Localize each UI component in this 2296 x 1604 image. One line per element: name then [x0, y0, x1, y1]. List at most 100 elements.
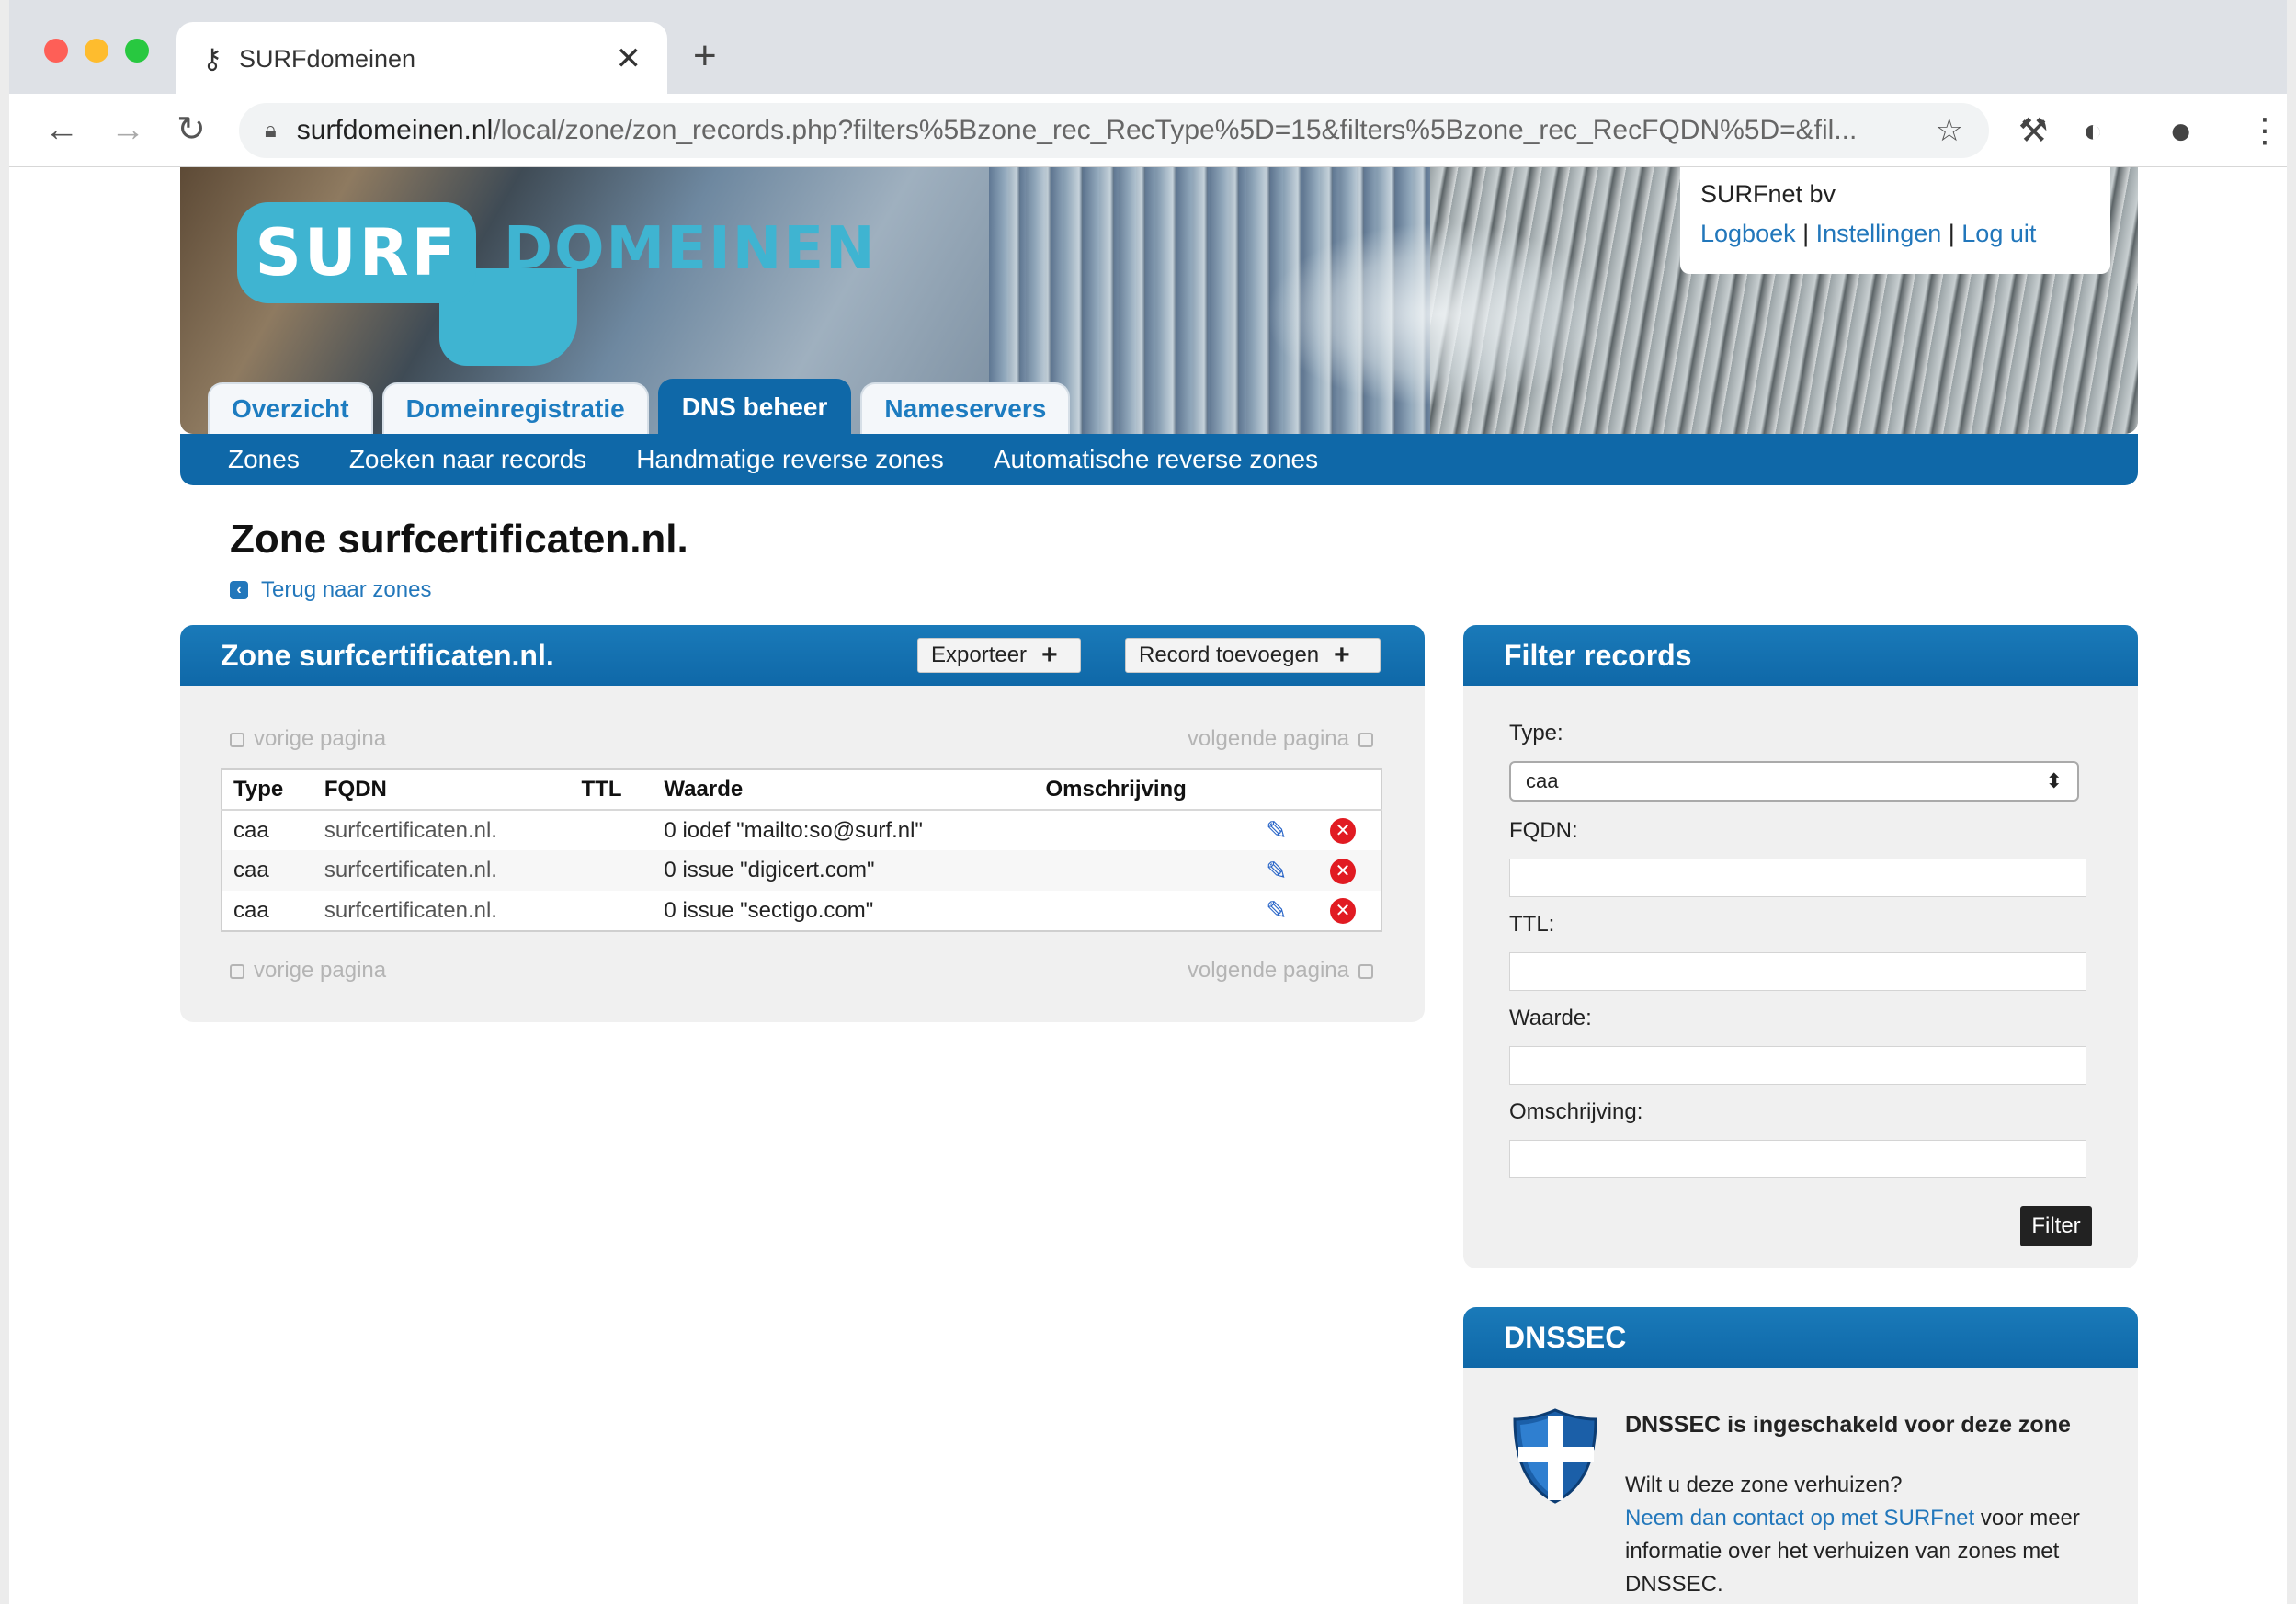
previous-page-link[interactable]: vorige pagina: [221, 726, 386, 752]
subnav-manual-reverse-zones[interactable]: Handmatige reverse zones: [636, 445, 944, 474]
column-header-type[interactable]: Type: [222, 769, 313, 811]
tab-overzicht[interactable]: Overzicht: [208, 382, 373, 434]
extension-icon[interactable]: ⚒: [2018, 110, 2048, 151]
subnav-zones[interactable]: Zones: [228, 445, 300, 474]
previous-page-label: vorige pagina: [254, 726, 387, 751]
value-input[interactable]: [1509, 1046, 2086, 1085]
next-page-label: volgende pagina: [1187, 726, 1349, 751]
back-arrow-icon: ‹: [230, 581, 248, 599]
logo-domeinen-text: DOMEINEN: [504, 215, 877, 283]
next-page-link[interactable]: volgende pagina: [1188, 726, 1382, 752]
records-table: Type FQDN TTL Waarde Omschrijving caa su…: [221, 768, 1382, 932]
plus-icon: +: [1334, 640, 1350, 670]
tab-nameservers[interactable]: Nameservers: [860, 382, 1071, 434]
cell-ttl: [571, 810, 654, 850]
sub-navigation: Zones Zoeken naar records Handmatige rev…: [180, 434, 2138, 485]
previous-page-icon: [230, 963, 244, 979]
type-label: Type:: [1509, 721, 1563, 745]
more-menu-icon[interactable]: ⋮: [2248, 110, 2281, 151]
delete-icon[interactable]: ✕: [1330, 898, 1357, 924]
key-icon: ⚷: [202, 43, 222, 74]
filter-panel-header: Filter records: [1463, 625, 2138, 686]
close-icon[interactable]: ✕: [616, 40, 642, 77]
table-row: caa surfcertificaten.nl. 0 iodef "mailto…: [222, 810, 1381, 850]
forward-arrow-icon[interactable]: →: [110, 108, 145, 151]
subnav-automatic-reverse-zones[interactable]: Automatische reverse zones: [994, 445, 1318, 474]
next-page-icon: [1358, 732, 1373, 747]
site-header: SURF DOMEINEN SURFnet bv Logboek | Inste…: [180, 167, 2138, 434]
back-link-label: Terug naar zones: [261, 577, 432, 602]
delete-icon[interactable]: ✕: [1330, 818, 1357, 844]
previous-page-label: vorige pagina: [254, 958, 387, 983]
delete-icon[interactable]: ✕: [1330, 858, 1357, 884]
settings-link[interactable]: Instellingen: [1816, 220, 1942, 247]
address-bar[interactable]: 🔒︎ surfdomeinen.nl/local/zone/zon_record…: [239, 103, 1989, 158]
cell-fqdn: surfcertificaten.nl.: [324, 897, 497, 923]
dnssec-info: Neem dan contact op met SURFnet voor mee…: [1625, 1502, 2103, 1601]
browser-tabbar: ⚷ SURFdomeinen ✕ +: [9, 0, 2287, 96]
previous-page-link[interactable]: vorige pagina: [221, 958, 386, 984]
account-name: SURFnet bv: [1700, 180, 1836, 208]
select-arrows-icon: ⬍: [2045, 769, 2063, 792]
edit-pencil-icon[interactable]: ✎: [1266, 857, 1287, 885]
minimize-window-button[interactable]: [85, 39, 108, 63]
edit-pencil-icon[interactable]: ✎: [1266, 896, 1287, 925]
back-arrow-icon[interactable]: ←: [44, 108, 79, 151]
logo-surf-text: SURF: [255, 215, 459, 290]
export-button[interactable]: Exporteer +: [917, 638, 1081, 673]
subnav-search-records[interactable]: Zoeken naar records: [349, 445, 586, 474]
new-tab-icon[interactable]: +: [693, 33, 717, 79]
extension-circle-icon[interactable]: ◐: [2083, 110, 2103, 151]
add-record-button[interactable]: Record toevoegen +: [1125, 638, 1381, 673]
browser-toolbar: ← → ↻ 🔒︎ surfdomeinen.nl/local/zone/zon_…: [9, 94, 2287, 167]
bookmark-star-icon[interactable]: ☆: [1936, 112, 1963, 149]
table-row: caa surfcertificaten.nl. 0 issue "sectig…: [222, 891, 1381, 931]
column-header-fqdn[interactable]: FQDN: [313, 769, 571, 811]
next-page-link[interactable]: volgende pagina: [1188, 958, 1382, 984]
zone-records-panel: Zone surfcertificaten.nl. Exporteer + Re…: [180, 625, 1425, 1022]
surfdomeinen-logo[interactable]: SURF DOMEINEN: [237, 202, 991, 368]
add-record-label: Record toevoegen: [1139, 643, 1320, 667]
main-tabs: Overzicht Domeinregistratie DNS beheer N…: [208, 379, 1071, 434]
reload-icon[interactable]: ↻: [176, 108, 206, 151]
account-links: Logboek | Instellingen | Log uit: [1700, 220, 2090, 248]
browser-tab[interactable]: ⚷ SURFdomeinen ✕: [176, 22, 667, 96]
cell-fqdn: surfcertificaten.nl.: [324, 817, 497, 843]
maximize-window-button[interactable]: [125, 39, 149, 63]
plus-icon: +: [1041, 640, 1058, 670]
type-select[interactable]: caa ⬍: [1509, 761, 2079, 802]
logbook-link[interactable]: Logboek: [1700, 220, 1796, 247]
description-input[interactable]: [1509, 1140, 2086, 1178]
fqdn-input[interactable]: [1509, 859, 2086, 897]
fqdn-label: FQDN:: [1509, 818, 1578, 843]
column-header-edit: [1255, 769, 1320, 811]
dnssec-panel-title: DNSSEC: [1504, 1320, 1627, 1354]
lock-icon[interactable]: 🔒︎: [265, 118, 277, 143]
cell-value: 0 issue "digicert.com": [653, 850, 1035, 891]
edit-pencil-icon[interactable]: ✎: [1266, 816, 1287, 845]
ttl-input[interactable]: [1509, 952, 2086, 991]
url-path: /local/zone/zon_records.php?filters%5Bzo…: [493, 115, 1858, 145]
cell-type: caa: [233, 817, 269, 843]
tab-dns-beheer[interactable]: DNS beheer: [657, 379, 852, 434]
url-host: surfdomeinen.nl: [296, 115, 494, 145]
filter-button[interactable]: Filter: [2020, 1206, 2092, 1246]
close-window-button[interactable]: [44, 39, 68, 63]
link-separator: |: [1795, 220, 1816, 247]
profile-avatar-icon[interactable]: ●: [2169, 110, 2192, 151]
value-label: Waarde:: [1509, 1006, 1592, 1030]
browser-window: ⚷ SURFdomeinen ✕ + ← → ↻ 🔒︎ surfdomeinen…: [0, 0, 2296, 1604]
zone-panel-header: Zone surfcertificaten.nl. Exporteer + Re…: [180, 625, 1425, 686]
column-header-ttl[interactable]: TTL: [570, 769, 654, 811]
column-header-description[interactable]: Omschrijving: [1034, 769, 1256, 811]
export-label: Exporteer: [931, 643, 1028, 667]
tab-domeinregistratie[interactable]: Domeinregistratie: [381, 382, 649, 434]
link-separator: |: [1941, 220, 1962, 247]
shield-icon: [1513, 1408, 1597, 1504]
next-page-icon: [1358, 963, 1373, 979]
back-to-zones-link[interactable]: ‹ Terug naar zones: [230, 577, 431, 603]
contact-surfnet-link[interactable]: Neem dan contact op met SURFnet: [1625, 1506, 1974, 1530]
table-header-row: Type FQDN TTL Waarde Omschrijving: [222, 769, 1381, 811]
column-header-value[interactable]: Waarde: [653, 769, 1035, 811]
logout-link[interactable]: Log uit: [1961, 220, 2036, 247]
